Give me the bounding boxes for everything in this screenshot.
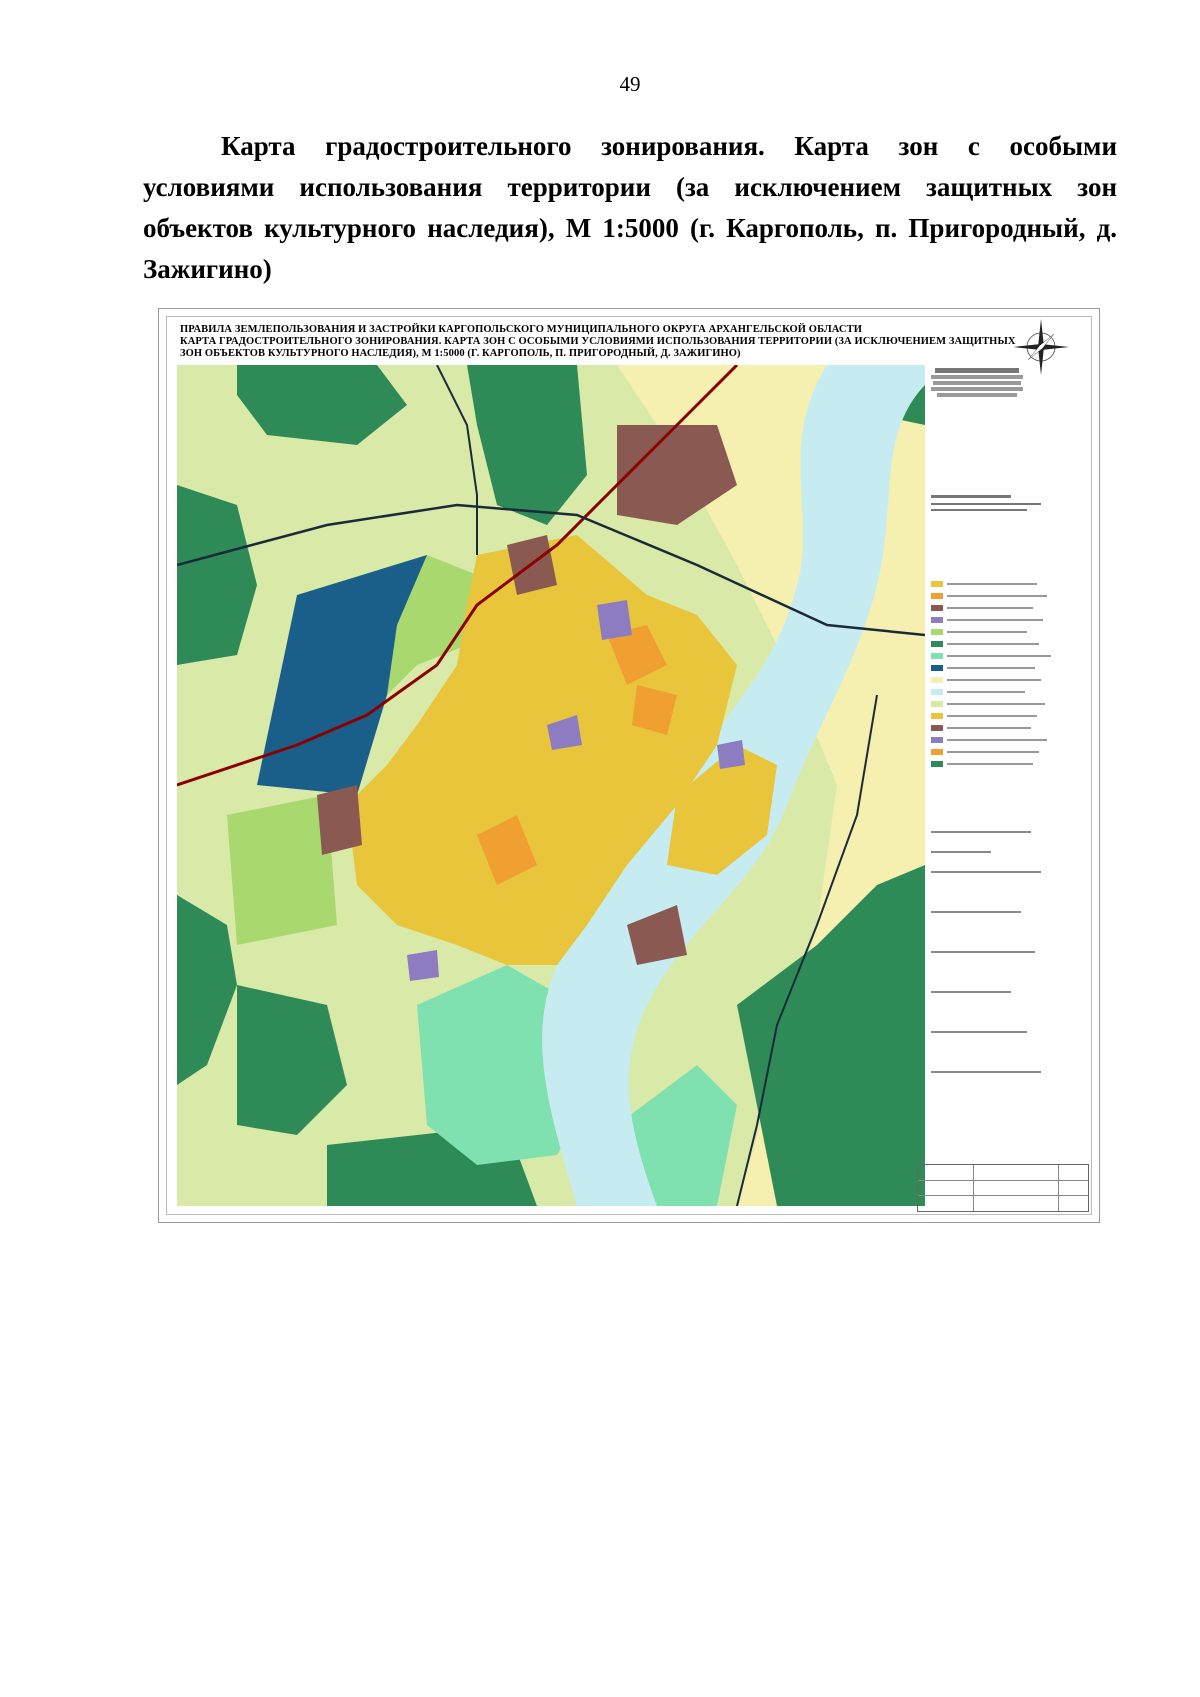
figure-caption: Карта градостроительного зонирования. Ка… — [143, 131, 1117, 284]
zoning-map — [177, 365, 925, 1206]
map-legend — [931, 495, 1051, 1073]
map-title-line: ПРАВИЛА ЗЕМЛЕПОЛЬЗОВАНИЯ И ЗАСТРОЙКИ КАР… — [180, 324, 862, 335]
page-number: 49 — [619, 72, 641, 96]
approval-stamp — [927, 367, 1027, 399]
map-title-line: ЗОН ОБЪЕКТОВ КУЛЬТУРНОГО НАСЛЕДИЯ), М 1:… — [180, 348, 741, 359]
title-block — [917, 1164, 1089, 1212]
map-title: ПРАВИЛА ЗЕМЛЕПОЛЬЗОВАНИЯ И ЗАСТРОЙКИ КАР… — [180, 324, 1016, 360]
map-figure: ПРАВИЛА ЗЕМЛЕПОЛЬЗОВАНИЯ И ЗАСТРОЙКИ КАР… — [158, 308, 1100, 1223]
map-title-line: КАРТА ГРАДОСТРОИТЕЛЬНОГО ЗОНИРОВАНИЯ. КА… — [180, 336, 1016, 347]
